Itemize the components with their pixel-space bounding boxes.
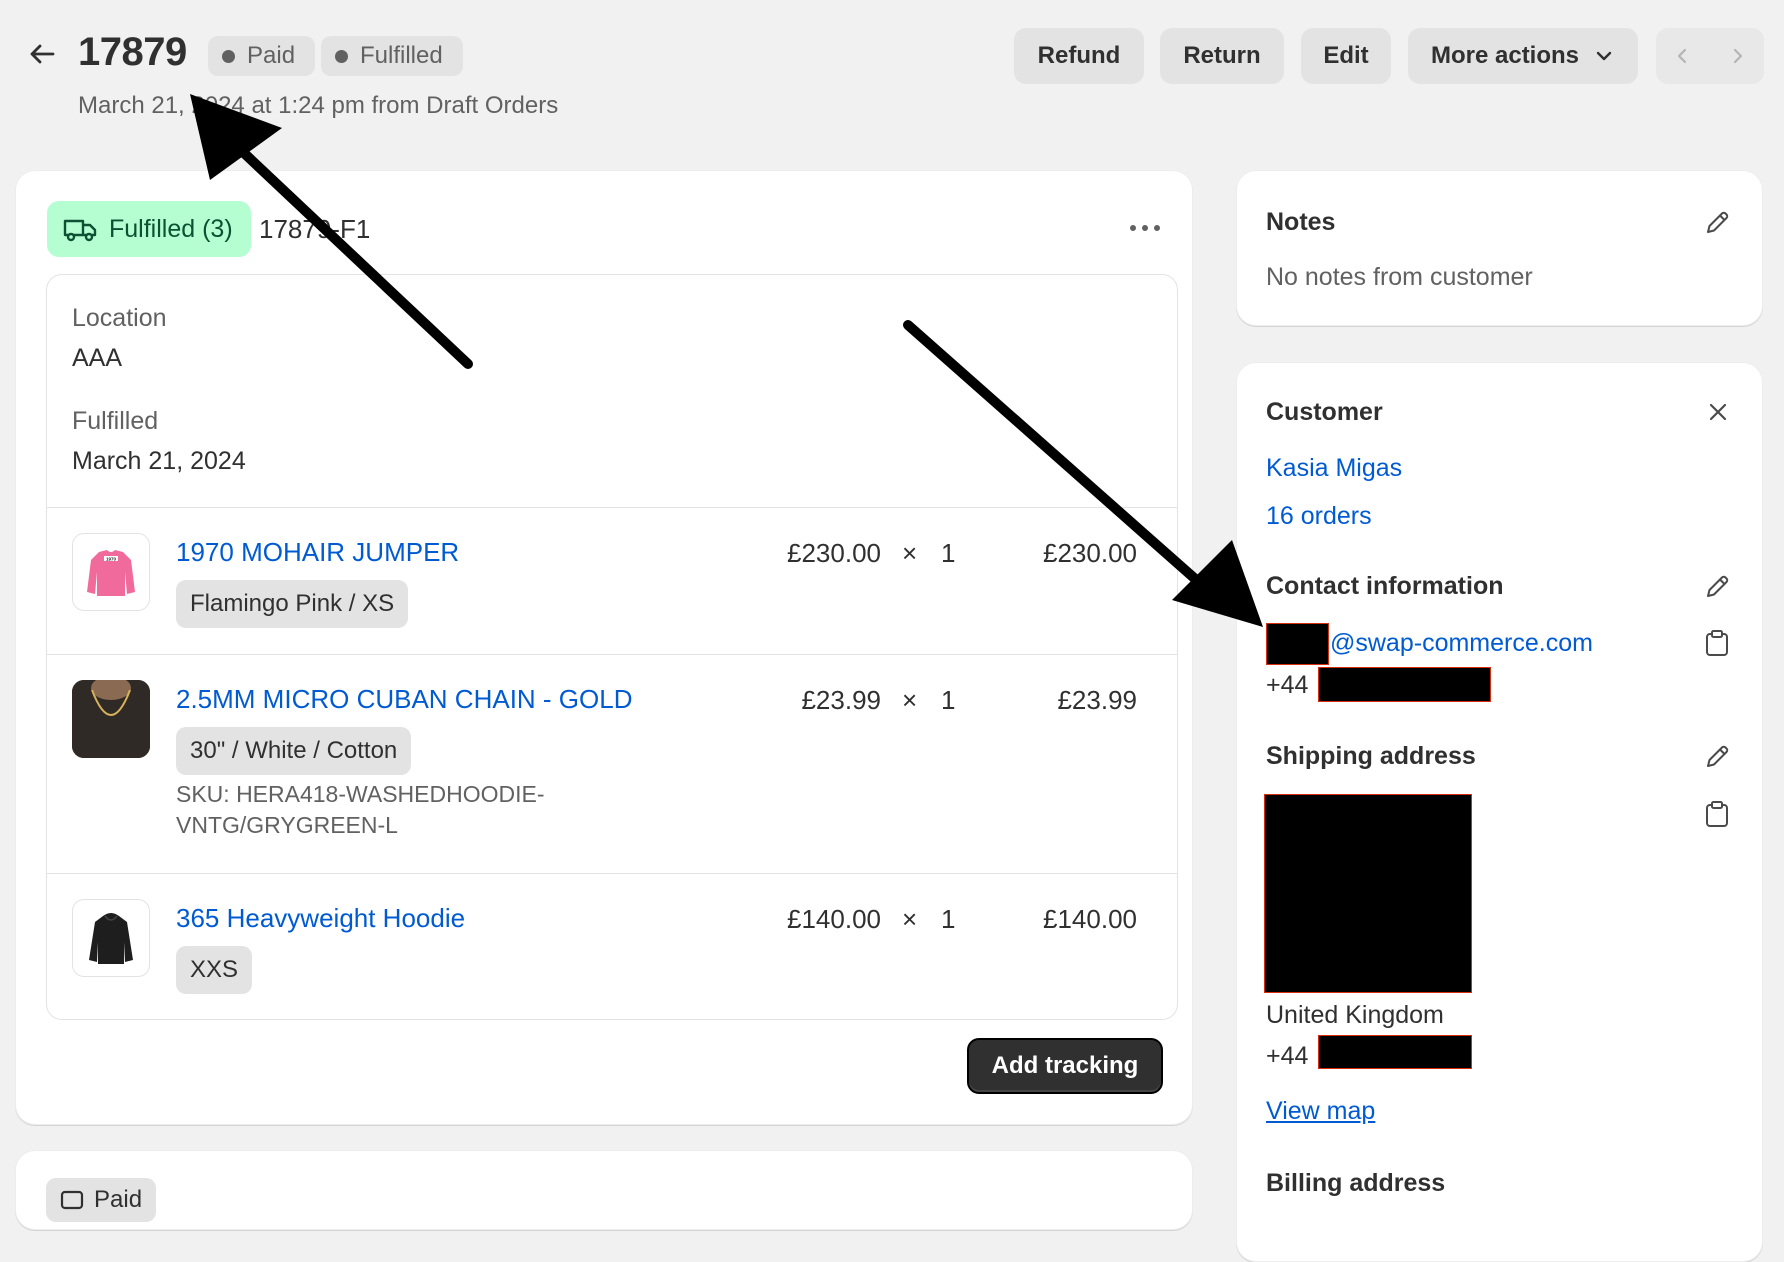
multiply-sign: × [902, 904, 918, 934]
notes-card: Notes No notes from customer [1236, 170, 1763, 326]
chevron-down-icon [1596, 51, 1612, 61]
svg-text:1970: 1970 [106, 557, 117, 562]
fulfillment-card: Fulfilled (3) 17879-F1 Location AAA Fulf… [15, 170, 1193, 1125]
gold-chain-image [72, 680, 150, 758]
ellipsis-icon [1130, 225, 1160, 231]
sku-text: SKU: HERA418-WASHEDHOODIE- VNTG/GRYGREEN… [176, 781, 545, 838]
product-thumbnail[interactable] [72, 680, 150, 758]
add-tracking-button[interactable]: Add tracking [967, 1038, 1163, 1094]
shipping-phone-prefix: +44 [1266, 1042, 1309, 1070]
product-title-link[interactable]: 2.5MM MICRO CUBAN CHAIN - GOLD [176, 684, 633, 715]
unit-price: £230.00 [787, 538, 881, 568]
paid-badge: Paid [46, 1178, 157, 1222]
fulfilled-date-label: Fulfilled [72, 407, 159, 435]
payment-status-badge: Paid [208, 36, 316, 76]
divider [47, 654, 1177, 655]
remove-customer-button[interactable] [1700, 394, 1736, 430]
order-pager [1656, 28, 1764, 84]
copy-email-button[interactable] [1698, 624, 1736, 662]
email-link[interactable]: @swap-commerce.com [1330, 629, 1593, 658]
phone-prefix: +44 [1266, 671, 1309, 699]
product-title-link[interactable]: 1970 MOHAIR JUMPER [176, 537, 459, 568]
shipping-country: United Kingdom [1266, 1001, 1444, 1029]
close-icon [1709, 403, 1727, 421]
customer-card: Customer Kasia Migas 16 orders Contact i… [1236, 362, 1763, 1262]
clipboard-icon [1706, 630, 1728, 656]
payment-card: Paid [15, 1150, 1193, 1230]
redacted-shipping-address [1264, 794, 1472, 993]
edit-button[interactable]: Edit [1301, 28, 1391, 84]
black-hoodie-image [89, 913, 133, 964]
page-title: 17879 [78, 30, 187, 74]
location-label: Location [72, 304, 167, 332]
multiply-sign: × [902, 685, 918, 715]
notes-body: No notes from customer [1266, 263, 1533, 291]
pink-sweater-image: 1970 [87, 550, 135, 596]
order-subtitle: March 21, 2024 at 1:24 pm from Draft Ord… [78, 92, 559, 119]
fulfillment-status-badge: Fulfilled [321, 36, 463, 76]
more-actions-button[interactable]: More actions [1408, 28, 1638, 84]
shipping-address-title: Shipping address [1266, 742, 1476, 770]
customer-orders-link[interactable]: 16 orders [1266, 502, 1372, 531]
unit-price: £23.99 [801, 685, 881, 715]
variant-chip: XXS [176, 946, 253, 994]
redacted-email-user [1266, 623, 1329, 665]
divider [47, 873, 1177, 874]
pencil-icon [1707, 745, 1729, 767]
line-total: £23.99 [1057, 685, 1137, 715]
redacted-shipping-phone [1318, 1035, 1472, 1069]
contact-info-title: Contact information [1266, 572, 1504, 600]
pencil-icon [1707, 211, 1729, 233]
edit-shipping-button[interactable] [1698, 738, 1736, 776]
fulfillment-id: 17879-F1 [259, 214, 371, 244]
status-dot-icon [222, 49, 235, 63]
back-button[interactable] [24, 36, 60, 72]
payment-icon [60, 1190, 84, 1210]
notes-title: Notes [1266, 208, 1336, 236]
billing-address-title: Billing address [1266, 1169, 1446, 1197]
line-total: £230.00 [1043, 538, 1137, 568]
arrow-left-icon [30, 44, 55, 64]
quantity: 1 [941, 904, 956, 934]
product-thumbnail[interactable]: 1970 [72, 533, 150, 611]
chevron-left-icon[interactable] [1673, 46, 1693, 66]
edit-contact-button[interactable] [1698, 568, 1736, 606]
location-value: AAA [72, 344, 123, 372]
divider [47, 507, 1177, 508]
chevron-right-icon[interactable] [1727, 46, 1747, 66]
fulfilled-status-badge: Fulfilled (3) [47, 201, 251, 257]
variant-chip: Flamingo Pink / XS [176, 580, 409, 628]
product-thumbnail[interactable] [72, 899, 150, 977]
quantity: 1 [941, 538, 956, 568]
copy-shipping-button[interactable] [1698, 795, 1736, 833]
unit-price: £140.00 [787, 904, 881, 934]
edit-notes-button[interactable] [1698, 204, 1736, 242]
delivery-truck-icon [63, 219, 97, 242]
multiply-sign: × [902, 538, 918, 568]
clipboard-icon [1706, 801, 1728, 827]
return-button[interactable]: Return [1160, 28, 1284, 84]
pencil-icon [1707, 575, 1729, 597]
customer-name-link[interactable]: Kasia Migas [1266, 454, 1402, 483]
customer-title: Customer [1266, 398, 1383, 426]
more-options-button[interactable] [1125, 210, 1165, 246]
redacted-phone [1318, 667, 1491, 702]
line-total: £140.00 [1043, 904, 1137, 934]
variant-chip: 30" / White / Cotton [176, 727, 412, 775]
view-map-link[interactable]: View map [1266, 1097, 1375, 1126]
fulfilled-date-value: March 21, 2024 [72, 447, 246, 475]
product-title-link[interactable]: 365 Heavyweight Hoodie [176, 903, 465, 934]
quantity: 1 [941, 685, 956, 715]
status-dot-icon [335, 49, 348, 63]
refund-button[interactable]: Refund [1014, 28, 1144, 84]
